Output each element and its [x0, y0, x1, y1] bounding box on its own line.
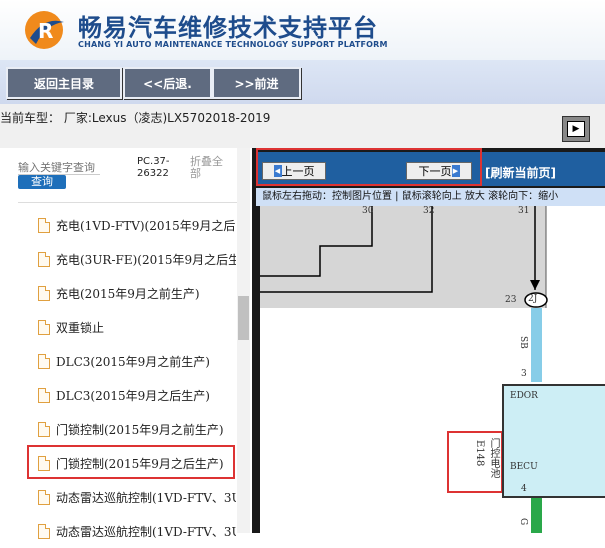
- highlight-box: [27, 445, 235, 479]
- highlight-box: [256, 148, 482, 186]
- diagram-viewer: ◀ 上一页 下一页 ▶ [刷新当前页] 鼠标左右拖动：控制图片位置 | 鼠标滚轮…: [252, 148, 605, 533]
- tree-item-label: DLC3(2015年9月之前生产): [56, 354, 210, 369]
- arrow-right-icon: ▶: [567, 121, 585, 137]
- document-icon: [38, 421, 50, 437]
- pin-label: 31: [518, 206, 530, 216]
- tree-item[interactable]: 动态雷达巡航控制(1VD-FTV、3UR-FE): [38, 514, 236, 548]
- viewer-hint: 鼠标左右拖动：控制图片位置 | 鼠标滚轮向上 放大 滚轮向下：缩小: [256, 188, 605, 206]
- header: R 畅易汽车维修技术支持平台 CHANG YI AUTO MAINTENANCE…: [0, 0, 605, 60]
- tree-item[interactable]: 充电(3UR-FE)(2015年9月之后生产): [38, 242, 236, 276]
- document-icon: [38, 387, 50, 403]
- logo-letter: R: [38, 19, 53, 43]
- wire-sb: [531, 308, 542, 382]
- tree-item-label: 门锁控制(2015年9月之前生产): [56, 422, 224, 437]
- nav-bar: 返回主目录 <<后退. >>前进: [0, 60, 605, 104]
- connector-label: 2J: [528, 294, 538, 304]
- site-subtitle: CHANG YI AUTO MAINTENANCE TECHNOLOGY SUP…: [78, 40, 388, 49]
- toggle-panel-button[interactable]: ▶: [562, 116, 590, 142]
- tree-item-label: 动态雷达巡航控制(1VD-FTV、3UR-FE): [56, 524, 236, 539]
- pin-label: 4: [521, 484, 527, 494]
- ecu-terminal-label: EDOR: [510, 391, 538, 401]
- document-icon: [38, 353, 50, 369]
- document-icon: [38, 523, 50, 539]
- pin-label: 32: [423, 206, 435, 216]
- current-vehicle-bar: 当前车型： 厂家:Lexus（凌志)LX5702018-2019 ▶: [0, 104, 605, 148]
- fold-all-link[interactable]: 折叠全部: [190, 156, 230, 180]
- pin-label: 23: [505, 295, 517, 305]
- tree-item[interactable]: 双重锁止: [38, 310, 236, 344]
- document-icon: [38, 319, 50, 335]
- back-to-main-button[interactable]: 返回主目录: [6, 67, 122, 99]
- document-icon: [38, 285, 50, 301]
- wire-g: [531, 494, 542, 533]
- tree-item-label: 动态雷达巡航控制(1VD-FTV、3UR-FE): [56, 490, 236, 505]
- search-input[interactable]: [18, 162, 100, 175]
- ecu-box: [502, 384, 605, 498]
- pin-label: 3: [521, 369, 527, 379]
- forward-button[interactable]: >>前进: [212, 67, 301, 99]
- site-title: 畅易汽车维修技术支持平台: [78, 14, 378, 42]
- viewer-toolbar: ◀ 上一页 下一页 ▶ [刷新当前页]: [256, 148, 605, 186]
- component-code: E148: [474, 440, 485, 467]
- tree-item[interactable]: DLC3(2015年9月之前生产): [38, 344, 236, 378]
- tree-item-label: 充电(2015年9月之前生产): [56, 286, 200, 301]
- tree-item-label: 充电(1VD-FTV)(2015年9月之后生产): [56, 218, 236, 233]
- back-button[interactable]: <<后退.: [123, 67, 212, 99]
- tree-item[interactable]: DLC3(2015年9月之后生产): [38, 378, 236, 412]
- tree-item[interactable]: 门锁控制(2015年9月之前生产): [38, 412, 236, 446]
- search-button[interactable]: 查询: [18, 175, 66, 189]
- wire-color-label: G: [518, 518, 528, 526]
- tree-item[interactable]: 充电(2015年9月之前生产): [38, 276, 236, 310]
- document-icon: [38, 217, 50, 233]
- document-icon: [38, 251, 50, 267]
- tree-item-label: 双重锁止: [56, 320, 105, 335]
- tree-item-label: 充电(3UR-FE)(2015年9月之后生产): [56, 252, 236, 267]
- pc-code: PC.37-26322: [137, 156, 170, 179]
- current-vehicle-info: 当前车型： 厂家:Lexus（凌志)LX5702018-2019: [0, 111, 271, 125]
- scrollbar-thumb[interactable]: [238, 296, 249, 340]
- wire-color-label: SB: [518, 336, 528, 349]
- wiring-diagram[interactable]: 30 32 31 23 2J SB 3 EDOR BECU E148 门控电池 …: [260, 206, 605, 533]
- logo-icon: R: [25, 11, 64, 49]
- pin-label: 30: [362, 206, 374, 216]
- divider: [18, 202, 240, 203]
- tree-item[interactable]: 充电(1VD-FTV)(2015年9月之后生产): [38, 208, 236, 242]
- ecu-terminal-label: BECU: [510, 462, 538, 472]
- tree-item-label: DLC3(2015年9月之后生产): [56, 388, 210, 403]
- document-icon: [38, 489, 50, 505]
- sidebar: 查询 PC.37-26322 折叠全部 充电(1VD-FTV)(2015年9月之…: [0, 148, 252, 539]
- component-name: 门控电池: [488, 438, 499, 478]
- refresh-page-link[interactable]: [刷新当前页]: [485, 164, 556, 181]
- tree-item[interactable]: 动态雷达巡航控制(1VD-FTV、3UR-FE): [38, 480, 236, 514]
- sidebar-scrollbar[interactable]: [237, 148, 250, 533]
